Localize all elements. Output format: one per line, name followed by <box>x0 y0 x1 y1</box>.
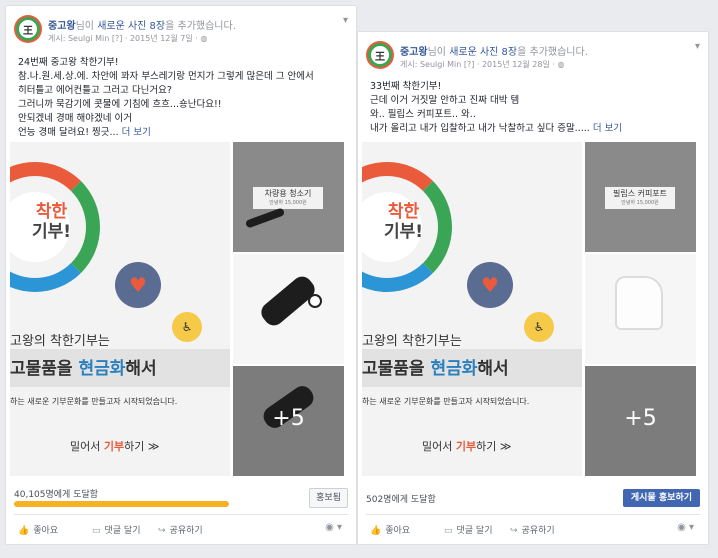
reach-text: 40,105명에게 도달함 <box>14 490 99 500</box>
see-more-link[interactable]: 더 보기 <box>122 127 151 138</box>
photos-link[interactable]: 새로운 사진 8장 <box>97 21 165 32</box>
photo-thumb-2[interactable] <box>233 254 344 364</box>
globe-icon: ◉ <box>677 522 686 533</box>
bike-icon: ♿ <box>524 312 554 342</box>
photo-thumb-1[interactable]: 필립스 커피포트 안녕하 15,000원 <box>585 142 696 252</box>
photo-grid: 착한 기부! ♥ ♿ 고왕의 착한기부는 고물품을 현금화해서 하는 새로운 기… <box>10 142 344 476</box>
post-card-1: 王 중고왕님이 새로운 사진 8장을 추가했습니다. 게시: Seulgi Mi… <box>5 5 357 545</box>
logo-text: 착한 기부! <box>384 202 424 242</box>
author-link[interactable]: 중고왕 <box>400 47 428 58</box>
heart-icon: ♥ <box>467 262 513 308</box>
post-title: 중고왕님이 새로운 사진 8장을 추가했습니다. <box>48 21 236 32</box>
thumbs-up-icon: 👍 <box>370 526 382 536</box>
photo-grid: 착한 기부! ♥ ♿ 고왕의 착한기부는 고물품을 현금화해서 하는 새로운 기… <box>362 142 696 476</box>
globe-icon: ◍ <box>200 34 208 43</box>
comment-icon: ▭ <box>444 526 453 536</box>
post-title: 중고왕님이 새로운 사진 8장을 추가했습니다. <box>400 47 588 58</box>
like-button[interactable]: 👍 좋아요 <box>18 523 58 536</box>
comment-button[interactable]: ▭ 댓글 달기 <box>92 523 141 536</box>
reaction-picker[interactable]: ◉ ▾ <box>677 522 694 533</box>
like-button[interactable]: 👍 좋아요 <box>370 523 410 536</box>
photo-thumb-1[interactable]: 차량용 청소기 안녕하 15,000원 <box>233 142 344 252</box>
boosted-button[interactable]: 홍보됨 <box>309 488 348 508</box>
post-body: 33번째 착한기부! 근데 이거 거짓말 안하고 진짜 대박 템 와.. 필립스… <box>370 81 623 134</box>
chevron-down-icon[interactable]: ▾ <box>695 41 700 52</box>
post-body: 24번째 중고왕 착한기부! 참.나.원.세.상.에. 차안에 꽈자 부스레기랑… <box>18 57 314 138</box>
reach-progress <box>14 501 229 507</box>
post-card-2: 王 중고왕님이 새로운 사진 8장을 추가했습니다. 게시: Seulgi Mi… <box>357 31 709 545</box>
main-photo[interactable]: 착한 기부! ♥ ♿ 고왕의 착한기부는 고물품을 현금화해서 하는 새로운 기… <box>10 142 230 476</box>
post-header: 王 중고왕님이 새로운 사진 8장을 추가했습니다. 게시: Seulgi Mi… <box>366 39 700 79</box>
kettle-image <box>615 276 663 330</box>
action-bar: 👍 좋아요 ▭ 댓글 달기 ↪ 공유하기 ◉ ▾ <box>366 520 700 540</box>
boost-post-button[interactable]: 게시물 홍보하기 <box>622 489 700 507</box>
comment-button[interactable]: ▭ 댓글 달기 <box>444 523 493 536</box>
reaction-picker[interactable]: ◉ ▾ <box>325 522 342 533</box>
more-photos-count: +5 <box>624 406 657 431</box>
post-meta: 게시: Seulgi Min [?] · 2015년 12월 7일 · ◍ <box>48 34 208 43</box>
author-link[interactable]: 중고왕 <box>48 21 76 32</box>
logo-text: 착한 기부! <box>32 202 72 242</box>
bike-icon: ♿ <box>172 312 202 342</box>
comment-icon: ▭ <box>92 526 101 536</box>
action-bar: 👍 좋아요 ▭ 댓글 달기 ↪ 공유하기 ◉ ▾ <box>14 520 348 540</box>
globe-icon: ◍ <box>557 60 565 69</box>
thumbs-up-icon: 👍 <box>18 526 30 536</box>
post-meta: 게시: Seulgi Min [?] · 2015년 12월 28일 · ◍ <box>400 60 565 69</box>
photo-thumb-3[interactable]: +5 <box>585 366 696 476</box>
share-icon: ↪ <box>510 526 518 536</box>
product-label: 필립스 커피포트 안녕하 15,000원 <box>605 187 675 209</box>
more-photos-count: +5 <box>272 406 305 431</box>
main-photo[interactable]: 착한 기부! ♥ ♿ 고왕의 착한기부는 고물품을 현금화해서 하는 새로운 기… <box>362 142 582 476</box>
photo-thumb-2[interactable] <box>585 254 696 364</box>
product-label: 차량용 청소기 안녕하 15,000원 <box>253 187 323 209</box>
heart-icon: ♥ <box>115 262 161 308</box>
globe-icon: ◉ <box>325 522 334 533</box>
see-more-link[interactable]: 더 보기 <box>593 123 622 134</box>
share-button[interactable]: ↪ 공유하기 <box>158 523 203 536</box>
share-button[interactable]: ↪ 공유하기 <box>510 523 555 536</box>
photo-thumb-3[interactable]: +5 <box>233 366 344 476</box>
post-header: 王 중고왕님이 새로운 사진 8장을 추가했습니다. 게시: Seulgi Mi… <box>14 13 348 53</box>
page-avatar[interactable]: 王 <box>368 43 392 67</box>
photos-link[interactable]: 새로운 사진 8장 <box>449 47 517 58</box>
page-avatar[interactable]: 王 <box>16 17 40 41</box>
chevron-down-icon[interactable]: ▾ <box>343 15 348 26</box>
share-icon: ↪ <box>158 526 166 536</box>
reach-text: 502명에게 도달함 <box>366 495 436 505</box>
